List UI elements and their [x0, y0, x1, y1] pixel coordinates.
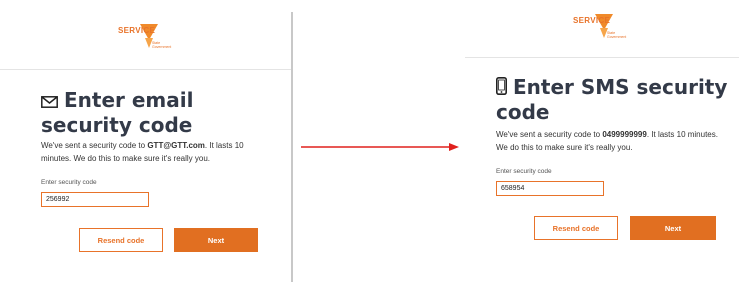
security-code-value: 658954 [501, 185, 525, 192]
resend-code-button[interactable]: Resend code [79, 228, 163, 252]
page-title-text: Enter email security code [41, 88, 194, 137]
security-code-value: 256992 [46, 196, 70, 203]
page-title: Enter SMS security code [496, 75, 731, 124]
page-title-text: Enter SMS security code [496, 75, 728, 124]
service-logo: SERVICE State Government [118, 20, 188, 54]
mobile-phone-icon [496, 76, 507, 100]
sms-code-panel: SERVICE State Government Enter SMS secur… [465, 0, 739, 282]
email-address: GTT@GTT.com [147, 141, 205, 150]
page-title: Enter email security code [41, 88, 286, 137]
phone-number: 0499999999 [602, 130, 647, 139]
description: We've sent a security code to 0499999999… [496, 128, 726, 154]
security-code-label: Enter security code [41, 179, 97, 186]
description-prefix: We've sent a security code to [496, 130, 603, 139]
logo-sub-government: Government [607, 35, 627, 39]
next-button[interactable]: Next [174, 228, 258, 252]
transition-arrow-icon [301, 143, 459, 151]
header-divider [0, 69, 291, 70]
description: We've sent a security code to GTT@GTT.co… [41, 139, 271, 165]
envelope-icon [41, 89, 58, 113]
logo-wordmark: SERVICE [573, 16, 611, 25]
service-logo: SERVICE State Government [573, 10, 643, 44]
panel-divider [291, 12, 293, 282]
header-divider [465, 57, 739, 58]
logo-sub-government: Government [152, 45, 172, 49]
next-button[interactable]: Next [630, 216, 716, 240]
logo-wordmark: SERVICE [118, 26, 156, 35]
security-code-input[interactable]: 658954 [496, 181, 604, 196]
resend-code-button[interactable]: Resend code [534, 216, 618, 240]
security-code-input[interactable]: 256992 [41, 192, 149, 207]
email-code-panel: SERVICE State Government Enter email sec… [0, 0, 293, 282]
security-code-label: Enter security code [496, 168, 552, 175]
description-prefix: We've sent a security code to [41, 141, 148, 150]
